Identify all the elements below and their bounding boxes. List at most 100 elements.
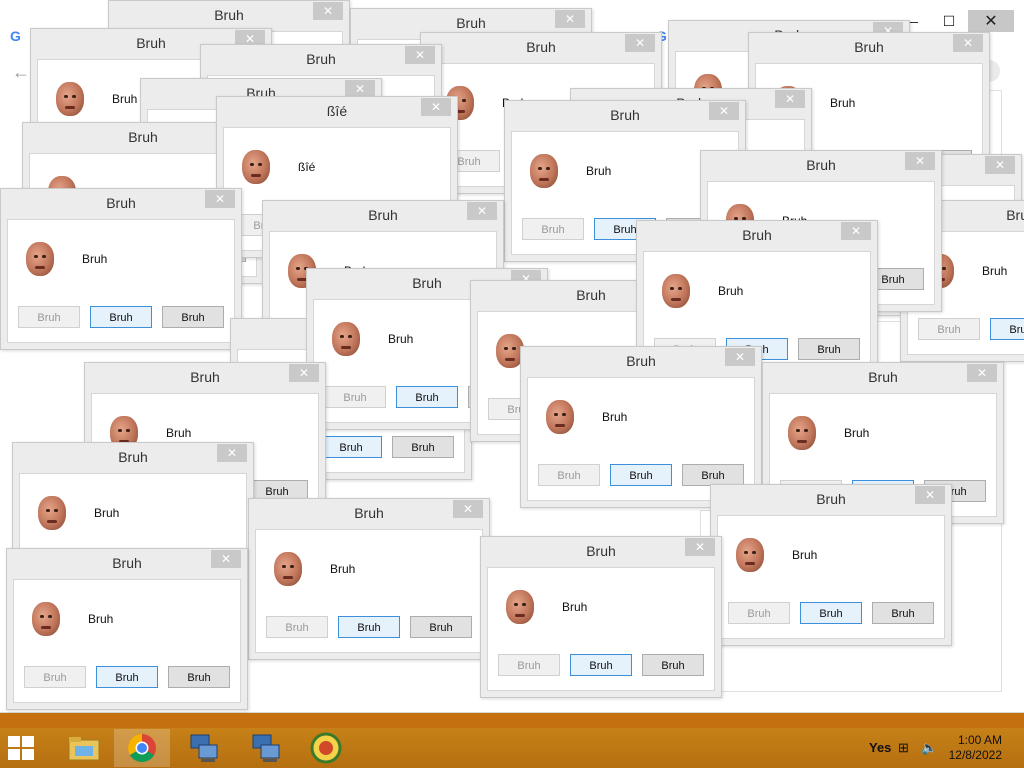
- taskbar-file-explorer[interactable]: [56, 729, 112, 767]
- taskbar-network-app-2[interactable]: [238, 729, 294, 767]
- dialog-button-2[interactable]: Bruh: [800, 602, 862, 624]
- dialog-close-button[interactable]: ✕: [775, 90, 805, 108]
- dialog-close-button[interactable]: ✕: [709, 102, 739, 120]
- face-image: [56, 82, 84, 116]
- dialog-message: Bruh: [562, 600, 588, 614]
- face-image: [788, 416, 816, 450]
- face-image: [32, 602, 60, 636]
- face-image: [242, 150, 270, 184]
- dialog-message: Bruh: [844, 426, 870, 440]
- dialog-close-button[interactable]: ✕: [405, 46, 435, 64]
- dialog-button-2[interactable]: Bruh: [90, 306, 152, 328]
- dialog-close-button[interactable]: ✕: [205, 190, 235, 208]
- dialog-close-button[interactable]: ✕: [211, 550, 241, 568]
- dialog-button-3[interactable]: Bruh: [162, 306, 224, 328]
- dialog-button-1[interactable]: Bruh: [522, 218, 584, 240]
- taskbar-chrome[interactable]: [114, 729, 170, 767]
- dialog-close-button[interactable]: ✕: [467, 202, 497, 220]
- dialog-button-3[interactable]: Bruh: [872, 602, 934, 624]
- dialog-button-3[interactable]: Bruh: [798, 338, 860, 360]
- dialog-close-button[interactable]: ✕: [421, 98, 451, 116]
- popup-dialog[interactable]: Bruh ✕ Bruh Bruh Bruh Bruh: [480, 536, 722, 698]
- dialog-close-button[interactable]: ✕: [953, 34, 983, 52]
- dialog-message: Bruh: [82, 252, 108, 266]
- dialog-close-button[interactable]: ✕: [905, 152, 935, 170]
- dialog-button-1[interactable]: Bruh: [918, 318, 980, 340]
- clock-time: 1:00 AM: [957, 733, 1002, 747]
- face-image: [662, 274, 690, 308]
- popup-dialog[interactable]: Bruh ✕ Bruh Bruh Bruh Bruh: [0, 188, 242, 350]
- dialog-button-1[interactable]: Bruh: [498, 654, 560, 676]
- face-image: [530, 154, 558, 188]
- network-computer-icon: [252, 734, 280, 762]
- dialog-close-button[interactable]: ✕: [625, 34, 655, 52]
- dialog-close-button[interactable]: ✕: [985, 156, 1015, 174]
- popup-dialog[interactable]: Bruh ✕ Bruh Bruh Bruh Bruh: [248, 498, 490, 660]
- dialog-body: Bruh Bruh Bruh Bruh: [527, 377, 755, 501]
- dialog-button-1[interactable]: Bruh: [324, 386, 386, 408]
- dialog-message: Bruh: [718, 284, 744, 298]
- dialog-body: Bruh Bruh Bruh Bruh: [487, 567, 715, 691]
- dialog-close-button[interactable]: ✕: [289, 364, 319, 382]
- volume-icon[interactable]: 🔈: [921, 740, 937, 756]
- windows-logo-pane: [22, 749, 34, 760]
- dialog-close-button[interactable]: ✕: [841, 222, 871, 240]
- window-controls: — ☐ ✕: [892, 10, 1014, 32]
- dialog-button-2[interactable]: Bruh: [338, 616, 400, 638]
- dialog-body: Bruh Bruh Bruh Bruh: [13, 579, 241, 703]
- dialog-button-1[interactable]: Bruh: [538, 464, 600, 486]
- face-image: [26, 242, 54, 276]
- dialog-button-3[interactable]: Bruh: [168, 666, 230, 688]
- dialog-button-2[interactable]: Bruh: [570, 654, 632, 676]
- dialog-close-button[interactable]: ✕: [217, 444, 247, 462]
- dialog-button-1[interactable]: Bruh: [18, 306, 80, 328]
- clock-date: 12/8/2022: [948, 748, 1002, 762]
- dialog-button-2[interactable]: Bruh: [990, 318, 1024, 340]
- dialog-button-1[interactable]: Bruh: [24, 666, 86, 688]
- dialog-close-button[interactable]: ✕: [967, 364, 997, 382]
- desktop: G G ← — ☐ ✕ Bruh✕BruhBruhBruhBruhBruh✕Br…: [0, 0, 1024, 728]
- dialog-close-button[interactable]: ✕: [313, 2, 343, 20]
- dialog-message: Bruh: [166, 426, 192, 440]
- google-tab-icon[interactable]: G: [10, 28, 21, 44]
- dialog-button-2[interactable]: Bruh: [610, 464, 672, 486]
- back-arrow-icon[interactable]: ←: [12, 62, 30, 83]
- dialog-close-button[interactable]: ✕: [915, 486, 945, 504]
- dialog-message: Bruh: [792, 548, 818, 562]
- network-tray-icon[interactable]: ⊞: [898, 740, 909, 756]
- dialog-message: Bruh: [602, 410, 628, 424]
- dialog-message: Bruh: [982, 264, 1008, 278]
- dialog-message: Bruh: [88, 612, 114, 626]
- start-button[interactable]: [8, 736, 38, 762]
- dialog-button-3[interactable]: Bruh: [410, 616, 472, 638]
- clock[interactable]: 1:00 AM 12/8/2022: [949, 733, 1002, 763]
- dialog-button-3[interactable]: Bruh: [392, 436, 454, 458]
- dialog-message: ßîé: [298, 160, 316, 174]
- dialog-close-button[interactable]: ✕: [555, 10, 585, 28]
- dialog-close-button[interactable]: ✕: [725, 348, 755, 366]
- dialog-button-2[interactable]: Bruh: [396, 386, 458, 408]
- dialog-button-3[interactable]: Bruh: [682, 464, 744, 486]
- face-image: [274, 552, 302, 586]
- face-image: [736, 538, 764, 572]
- taskbar: Yes ⊞ 🔈 1:00 AM 12/8/2022: [0, 728, 1024, 768]
- dialog-message: Bruh: [830, 96, 856, 110]
- dialog-button-2[interactable]: Bruh: [96, 666, 158, 688]
- dialog-close-button[interactable]: ✕: [453, 500, 483, 518]
- network-computer-icon: [190, 734, 218, 762]
- popup-dialog[interactable]: Bruh ✕ Bruh Bruh Bruh Bruh: [6, 548, 248, 710]
- dialog-button-1[interactable]: Bruh: [728, 602, 790, 624]
- windows-logo-pane: [22, 736, 34, 747]
- dialog-button-3[interactable]: Bruh: [642, 654, 704, 676]
- maximize-button[interactable]: ☐: [930, 10, 968, 32]
- close-button[interactable]: ✕: [968, 10, 1014, 32]
- taskbar-badge-app[interactable]: [298, 729, 354, 767]
- face-image: [38, 496, 66, 530]
- dialog-button-1[interactable]: Bruh: [266, 616, 328, 638]
- dialog-button-2[interactable]: Bruh: [320, 436, 382, 458]
- face-image: [506, 590, 534, 624]
- dialog-message: Bruh: [388, 332, 414, 346]
- popup-dialog[interactable]: Bruh ✕ Bruh Bruh Bruh Bruh: [710, 484, 952, 646]
- dialog-close-button[interactable]: ✕: [685, 538, 715, 556]
- taskbar-network-app-1[interactable]: [176, 729, 232, 767]
